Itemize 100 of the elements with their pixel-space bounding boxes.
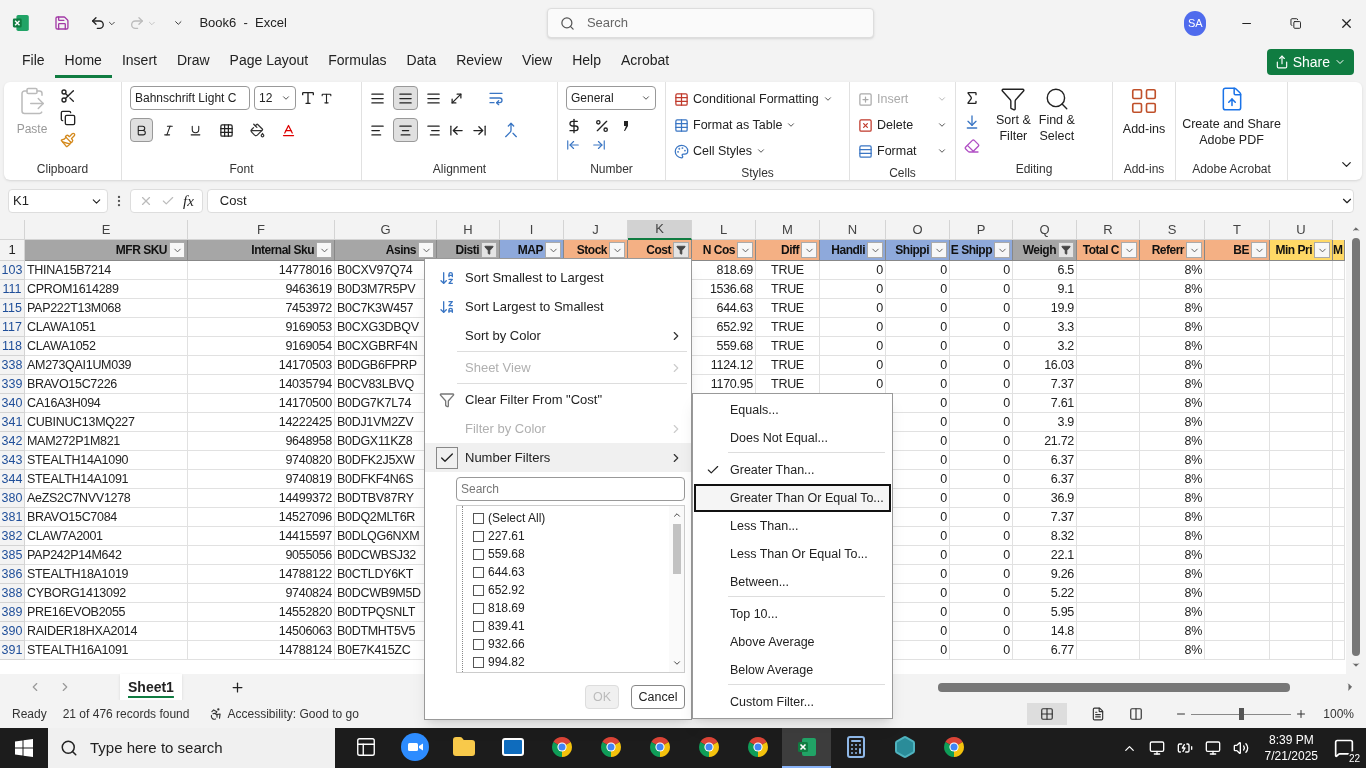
row-header[interactable]: 111 bbox=[0, 280, 25, 299]
insert-function-button[interactable]: fx bbox=[183, 189, 194, 213]
page-break-icon[interactable] bbox=[1129, 707, 1144, 721]
row-header[interactable]: 344 bbox=[0, 470, 25, 489]
avatar[interactable]: SA bbox=[1184, 10, 1207, 36]
search-field[interactable]: Search bbox=[456, 477, 685, 501]
styles-menu-button[interactable]: Conditional Formatting bbox=[674, 86, 841, 112]
chrome-icon[interactable] bbox=[696, 735, 721, 759]
row-header[interactable]: 340 bbox=[0, 394, 25, 413]
value-checkbox[interactable]: 559.68 bbox=[473, 545, 669, 563]
row-header[interactable]: 381 bbox=[0, 508, 25, 527]
share-button[interactable]: Share bbox=[1266, 49, 1354, 75]
row-header[interactable]: 342 bbox=[0, 432, 25, 451]
comma-icon[interactable] bbox=[622, 119, 630, 133]
horizontal-scrollbar[interactable] bbox=[937, 682, 1290, 692]
folder-icon[interactable] bbox=[451, 735, 476, 759]
network-icon[interactable] bbox=[1204, 740, 1221, 756]
value-checkbox[interactable]: 994.82 bbox=[473, 653, 669, 671]
bold-button[interactable] bbox=[130, 118, 153, 142]
align-top-icon[interactable] bbox=[370, 90, 385, 106]
row-header[interactable]: 115 bbox=[0, 299, 25, 318]
video-camera-icon[interactable] bbox=[400, 733, 429, 761]
increase-decimal-icon[interactable] bbox=[566, 138, 580, 152]
font-color-icon[interactable] bbox=[281, 122, 296, 138]
column-header[interactable]: K bbox=[628, 220, 692, 240]
mail-icon[interactable] bbox=[500, 735, 525, 759]
ribbon-tab[interactable]: Page Layout bbox=[219, 46, 319, 78]
row-header[interactable]: 118 bbox=[0, 337, 25, 356]
value-checkbox[interactable]: 227.61 bbox=[473, 527, 669, 545]
ribbon-tab[interactable]: Home bbox=[54, 46, 112, 78]
ribbon-tab[interactable]: Insert bbox=[111, 46, 167, 78]
cells-menu-button[interactable]: Delete bbox=[858, 112, 947, 138]
ribbon-tab[interactable]: Help bbox=[562, 46, 611, 78]
save-icon[interactable] bbox=[53, 14, 70, 32]
align-bottom-icon[interactable] bbox=[426, 90, 441, 106]
scrollbar-thumb[interactable] bbox=[672, 524, 681, 574]
display-icon[interactable] bbox=[1148, 740, 1165, 756]
task-view-icon[interactable] bbox=[354, 736, 377, 758]
battery-icon[interactable] bbox=[1176, 740, 1193, 756]
currency-icon[interactable] bbox=[566, 118, 582, 134]
row-header[interactable]: 390 bbox=[0, 622, 25, 641]
chrome-icon[interactable] bbox=[745, 735, 770, 759]
formula-field[interactable]: Cost bbox=[206, 189, 1354, 213]
value-checkbox[interactable]: 818.69 bbox=[473, 599, 669, 617]
find-select-button[interactable]: Find & Select bbox=[1038, 86, 1075, 154]
chrome-icon[interactable] bbox=[941, 735, 966, 759]
search-field[interactable]: Search bbox=[546, 8, 875, 38]
menu-item[interactable]: Number Filters bbox=[425, 443, 691, 472]
normal-view-button[interactable] bbox=[1027, 703, 1068, 725]
undo-icon[interactable] bbox=[89, 14, 106, 32]
fill-color-icon[interactable] bbox=[250, 122, 265, 138]
row-header[interactable]: 391 bbox=[0, 641, 25, 660]
orientation-icon[interactable] bbox=[449, 90, 464, 106]
font-name-field[interactable]: Bahnschrift Light C bbox=[130, 86, 250, 110]
wrap-text-icon[interactable] bbox=[488, 90, 504, 106]
row-header[interactable]: 380 bbox=[0, 489, 25, 508]
number-format-field[interactable]: General bbox=[566, 86, 656, 110]
ribbon-tab[interactable]: View bbox=[512, 46, 563, 78]
styles-menu-button[interactable]: Format as Table bbox=[674, 112, 841, 138]
list-scrollbar[interactable] bbox=[669, 506, 684, 672]
value-checkbox[interactable]: 652.92 bbox=[473, 581, 669, 599]
row-header[interactable]: 341 bbox=[0, 413, 25, 432]
merge-icon[interactable] bbox=[503, 122, 519, 138]
row-header[interactable]: 117 bbox=[0, 318, 25, 337]
align-left-icon[interactable] bbox=[370, 122, 385, 138]
row-header[interactable]: 386 bbox=[0, 565, 25, 584]
row-header[interactable]: 389 bbox=[0, 603, 25, 622]
hexagon-icon[interactable] bbox=[892, 735, 917, 759]
cells-menu-button[interactable]: Format bbox=[858, 138, 947, 164]
row-header[interactable]: 382 bbox=[0, 527, 25, 546]
page-layout-icon[interactable] bbox=[1091, 707, 1106, 721]
value-checkbox[interactable]: (Select All) bbox=[473, 509, 669, 527]
taskbar-search-field[interactable]: Type here to search bbox=[48, 728, 335, 768]
volume-icon[interactable] bbox=[1232, 740, 1249, 756]
chrome-icon[interactable] bbox=[549, 735, 574, 759]
name-box[interactable]: K1 bbox=[8, 189, 108, 213]
align-center-button[interactable] bbox=[393, 118, 418, 142]
filter-button[interactable] bbox=[481, 242, 497, 258]
chrome-icon[interactable] bbox=[598, 735, 623, 759]
spreadsheet-icon[interactable] bbox=[796, 737, 817, 757]
row-header[interactable]: 385 bbox=[0, 546, 25, 565]
zoom-slider[interactable] bbox=[1191, 707, 1292, 721]
ribbon-tab[interactable]: Formulas bbox=[318, 46, 397, 78]
styles-menu-button[interactable]: Cell Styles bbox=[674, 138, 841, 164]
value-checkbox[interactable]: 839.41 bbox=[473, 617, 669, 635]
ribbon-tab[interactable]: Acrobat bbox=[610, 46, 680, 78]
scissors-icon[interactable] bbox=[60, 88, 76, 104]
ribbon-tab[interactable]: Review bbox=[446, 46, 513, 78]
row-header[interactable]: 103 bbox=[0, 261, 25, 280]
shrink-font-icon[interactable] bbox=[320, 91, 333, 105]
add-sheet-icon[interactable] bbox=[229, 679, 245, 695]
row-header[interactable]: 339 bbox=[0, 375, 25, 394]
filter-button[interactable] bbox=[673, 242, 689, 258]
grow-font-icon[interactable] bbox=[300, 90, 316, 106]
add-ins-button[interactable]: Add-ins bbox=[1121, 86, 1167, 139]
sort-filter-button[interactable]: Sort & Filter bbox=[996, 86, 1031, 154]
font-size-field[interactable]: 12 bbox=[254, 86, 296, 110]
cancel-button[interactable]: Cancel bbox=[631, 685, 685, 709]
zoom-in-icon[interactable] bbox=[1295, 708, 1308, 720]
sum-icon[interactable] bbox=[964, 90, 980, 106]
